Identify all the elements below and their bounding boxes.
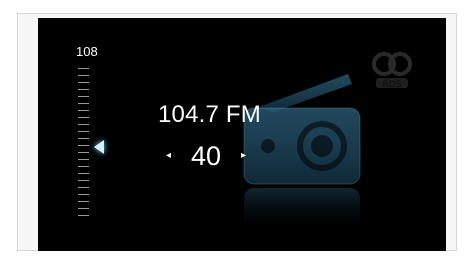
preset-selector: ◂ 40 ▸ <box>162 142 272 170</box>
svg-text:RDS: RDS <box>383 80 402 90</box>
preset-number: 40 <box>191 141 222 171</box>
frequency-pointer-icon[interactable] <box>94 140 104 154</box>
rds-logo-icon: RDS <box>372 52 412 90</box>
preset-next-icon[interactable]: ▸ <box>241 151 246 161</box>
frequency-scale[interactable] <box>78 68 90 218</box>
preset-prev-icon[interactable]: ◂ <box>166 151 171 161</box>
radio-screen: 108 RDS 104.7 FM ◂ 40 ▸ <box>38 18 446 251</box>
station-frequency-label: 104.7 FM <box>158 101 261 128</box>
scale-max-label: 108 <box>76 44 98 59</box>
